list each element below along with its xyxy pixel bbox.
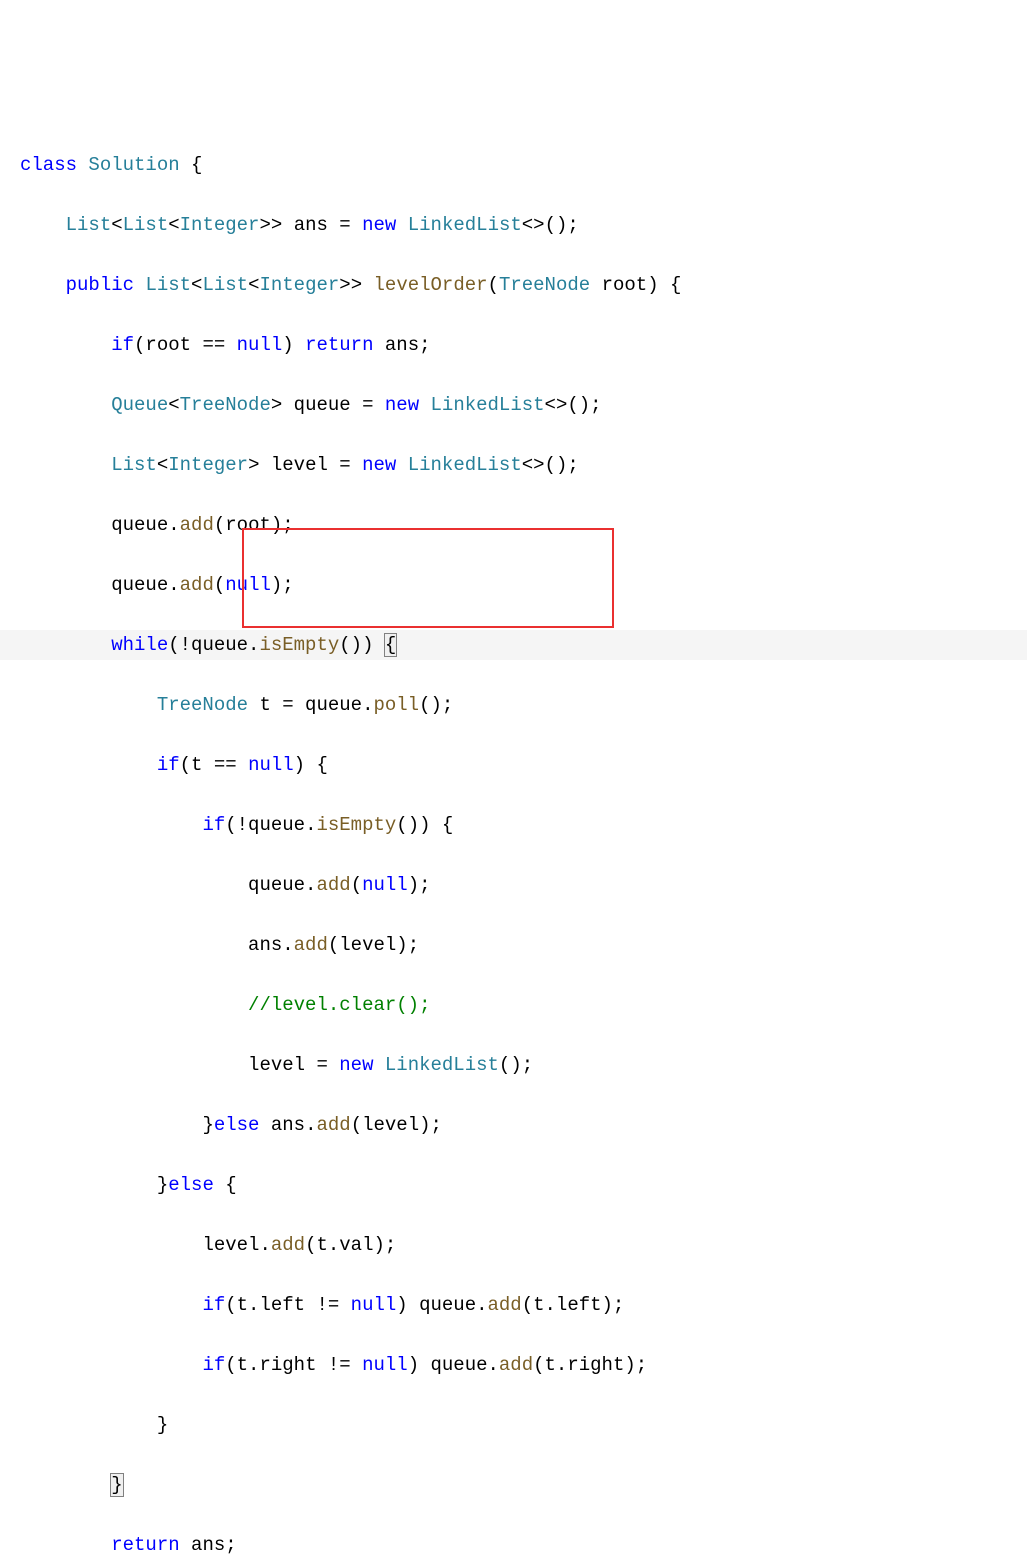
code-line: queue.add(root);: [20, 510, 1027, 540]
code-line: queue.add(null);: [20, 870, 1027, 900]
code-line: if(t.right != null) queue.add(t.right);: [20, 1350, 1027, 1380]
code-line: public List<List<Integer>> levelOrder(Tr…: [20, 270, 1027, 300]
code-line: if(t.left != null) queue.add(t.left);: [20, 1290, 1027, 1320]
code-line: }: [20, 1410, 1027, 1440]
code-line: ans.add(level);: [20, 930, 1027, 960]
code-line: level.add(t.val);: [20, 1230, 1027, 1260]
code-line: class Solution {: [20, 150, 1027, 180]
code-line: List<List<Integer>> ans = new LinkedList…: [20, 210, 1027, 240]
code-editor: class Solution { List<List<Integer>> ans…: [0, 120, 1027, 1568]
code-line: queue.add(null);: [20, 570, 1027, 600]
code-line: }else ans.add(level);: [20, 1110, 1027, 1140]
code-line: if(root == null) return ans;: [20, 330, 1027, 360]
code-line: List<Integer> level = new LinkedList<>()…: [20, 450, 1027, 480]
code-line: Queue<TreeNode> queue = new LinkedList<>…: [20, 390, 1027, 420]
code-line-highlighted: while(!queue.isEmpty()) {: [0, 630, 1027, 660]
code-line: level = new LinkedList();: [20, 1050, 1027, 1080]
code-line: if(!queue.isEmpty()) {: [20, 810, 1027, 840]
code-line: }else {: [20, 1170, 1027, 1200]
code-line: }: [20, 1470, 1027, 1500]
code-line: return ans;: [20, 1530, 1027, 1560]
code-line: if(t == null) {: [20, 750, 1027, 780]
code-line: TreeNode t = queue.poll();: [20, 690, 1027, 720]
code-line: //level.clear();: [20, 990, 1027, 1020]
